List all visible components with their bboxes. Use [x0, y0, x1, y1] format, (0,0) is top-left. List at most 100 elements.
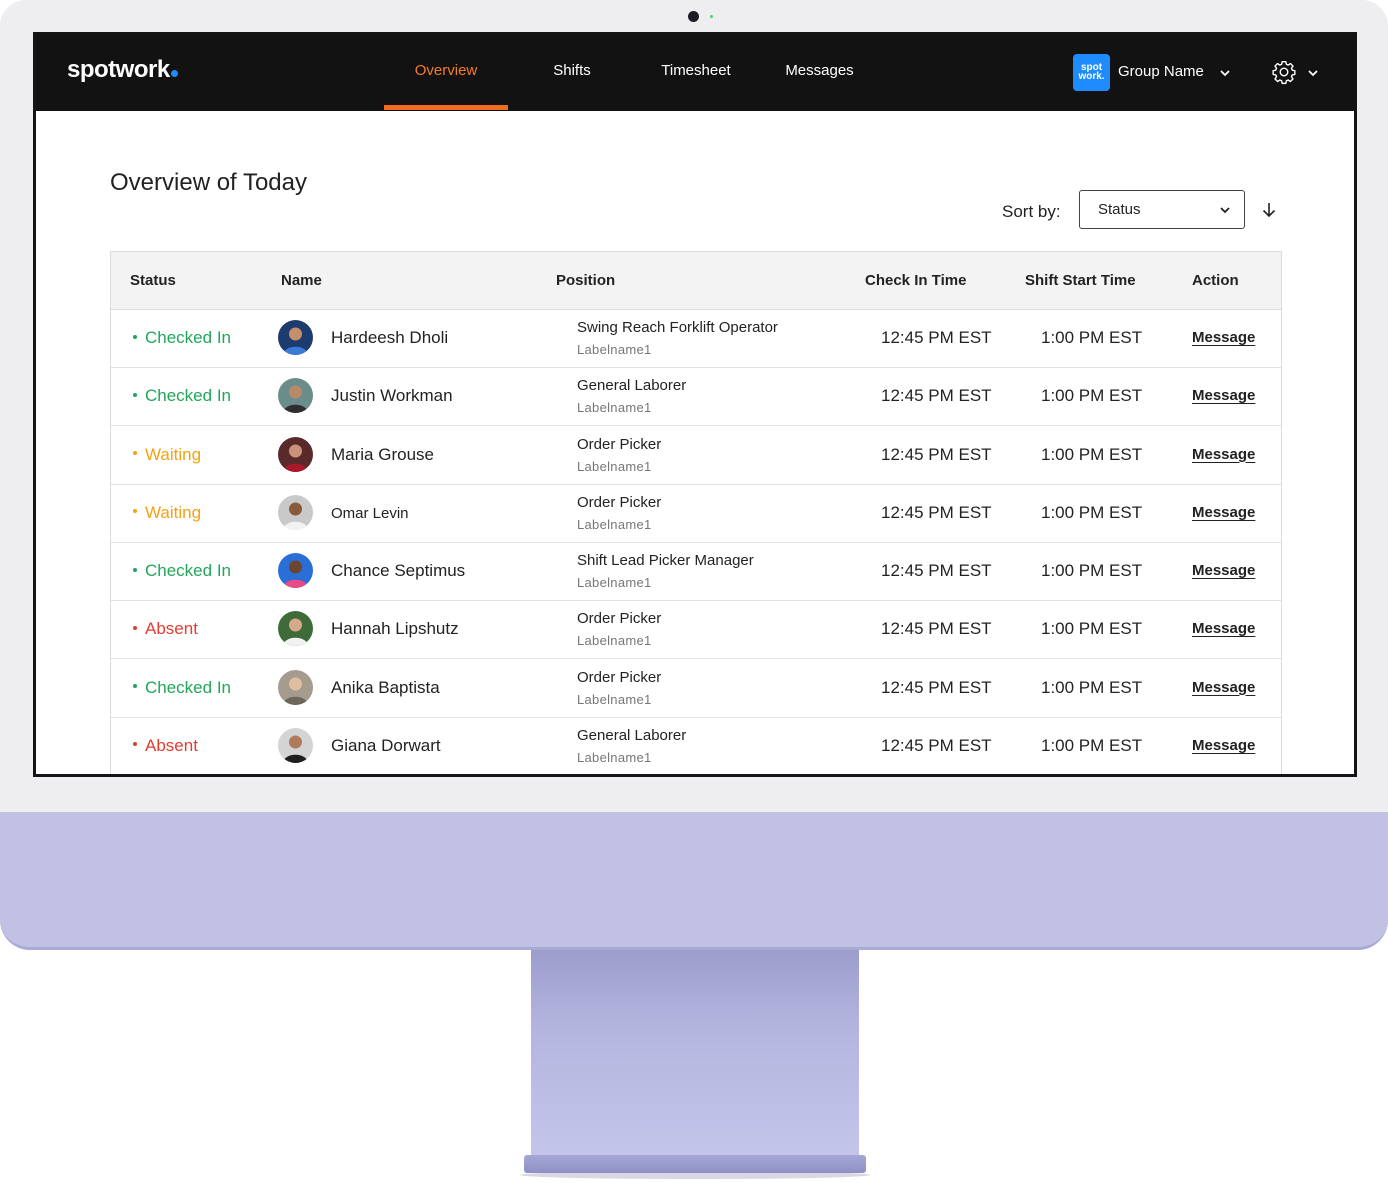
message-link[interactable]: Message [1192, 329, 1255, 346]
avatar [278, 320, 313, 355]
message-link[interactable]: Message [1192, 446, 1255, 463]
worker-name[interactable]: Omar Levin [331, 505, 409, 522]
shift-start-time: 1:00 PM EST [1041, 502, 1143, 522]
shift-start-time: 1:00 PM EST [1041, 619, 1143, 639]
worker-name[interactable]: Hannah Lipshutz [331, 619, 459, 639]
message-link[interactable]: Message [1192, 737, 1255, 754]
status-text: Checked In [145, 386, 231, 406]
status-dot-icon [133, 509, 137, 514]
worker-name[interactable]: Hardeesh Dholi [331, 328, 448, 348]
shift-start-time: 1:00 PM EST [1041, 561, 1143, 580]
check-in-time: 12:45 PM EST [881, 444, 992, 464]
table-header-row: Status Name Position Check In Time Shift… [111, 252, 1281, 310]
camera-indicator-light [710, 15, 713, 18]
status-dot-icon [133, 625, 137, 630]
table-row[interactable]: Checked In Justin Workman General Labore… [111, 367, 1281, 427]
column-header-check-in-time[interactable]: Check In Time [865, 272, 966, 289]
table-row[interactable]: Waiting Maria Grouse Order Picker Labeln… [111, 426, 1281, 485]
status-indicator: Checked In [133, 386, 231, 406]
status-text: Waiting [145, 444, 202, 464]
status-dot-icon [133, 742, 137, 747]
check-in-time: 12:45 PM EST [881, 677, 992, 697]
avatar [278, 378, 313, 414]
camera-icon [688, 11, 699, 22]
worker-name[interactable]: Justin Workman [331, 386, 453, 406]
status-dot-icon [133, 392, 137, 397]
shift-start-time: 1:00 PM EST [1041, 677, 1143, 697]
status-text: Checked In [145, 561, 231, 580]
group-logo-badge[interactable]: spot work. [1073, 54, 1110, 91]
nav-tab-overview[interactable]: Overview [384, 62, 508, 79]
arrow-down-icon[interactable] [1259, 200, 1279, 220]
nav-tab-shifts[interactable]: Shifts [528, 62, 616, 79]
worker-name[interactable]: Maria Grouse [331, 445, 434, 465]
table-row[interactable]: Checked In Anika Baptista Order Picker L… [111, 659, 1281, 718]
monitor-stand-foot [524, 1155, 866, 1173]
nav-tab-messages[interactable]: Messages [771, 62, 868, 79]
message-link[interactable]: Message [1192, 387, 1255, 404]
avatar [278, 727, 313, 763]
sort-select-dropdown[interactable]: Status [1079, 190, 1245, 229]
monitor-stand [531, 950, 859, 1158]
status-dot-icon [133, 451, 137, 456]
status-indicator: Checked In [133, 561, 231, 581]
table-row[interactable]: Absent Giana Dorwart General Laborer Lab… [111, 717, 1281, 774]
chevron-down-icon[interactable] [1219, 67, 1231, 79]
message-link[interactable]: Message [1192, 504, 1255, 521]
avatar [278, 494, 313, 530]
check-in-time: 12:45 PM EST [881, 386, 992, 406]
sort-by-label: Sort by: [1002, 202, 1061, 221]
chevron-down-icon [1220, 207, 1230, 214]
group-name-label[interactable]: Group Name [1118, 63, 1204, 80]
position-label: Labelname1 [577, 749, 652, 765]
column-header-shift-start-time[interactable]: Shift Start Time [1025, 272, 1136, 289]
nav-tab-timesheet[interactable]: Timesheet [641, 62, 751, 79]
position-title: Order Picker [577, 668, 662, 686]
spotwork-logo[interactable]: spotwork [67, 56, 178, 84]
status-text: Absent [145, 619, 198, 639]
position-title: Shift Lead Picker Manager [577, 552, 754, 569]
column-header-position[interactable]: Position [556, 272, 615, 289]
table-row[interactable]: Absent Hannah Lipshutz Order Picker Labe… [111, 600, 1281, 660]
active-tab-indicator [384, 105, 508, 110]
column-header-status[interactable]: Status [130, 272, 176, 289]
gear-icon[interactable] [1271, 59, 1297, 85]
status-text: Checked In [145, 328, 231, 347]
position-title: Order Picker [577, 435, 662, 453]
status-indicator: Absent [133, 619, 198, 639]
check-in-time: 12:45 PM EST [881, 735, 992, 755]
check-in-time: 12:45 PM EST [881, 619, 992, 639]
sort-select-value: Status [1098, 201, 1141, 218]
status-text: Absent [145, 735, 198, 755]
status-dot-icon [133, 334, 137, 339]
position-label: Labelname1 [577, 691, 652, 707]
overview-table: Status Name Position Check In Time Shift… [110, 251, 1282, 774]
message-link[interactable]: Message [1192, 562, 1255, 579]
settings-chevron-down-icon[interactable] [1307, 67, 1319, 79]
shift-start-time: 1:00 PM EST [1041, 735, 1143, 755]
monitor-chin [0, 812, 1388, 950]
position-title: General Laborer [577, 726, 687, 744]
shift-start-time: 1:00 PM EST [1041, 444, 1143, 464]
avatar [278, 669, 313, 705]
worker-name[interactable]: Chance Septimus [331, 561, 465, 581]
status-dot-icon [133, 567, 137, 572]
position-label: Labelname1 [577, 633, 652, 649]
check-in-time: 12:45 PM EST [881, 502, 992, 522]
table-row[interactable]: Checked In Chance Septimus Shift Lead Pi… [111, 542, 1281, 601]
worker-name[interactable]: Giana Dorwart [331, 736, 441, 756]
column-header-name[interactable]: Name [281, 272, 322, 289]
table-row[interactable]: Checked In Hardeesh Dholi Swing Reach Fo… [111, 309, 1281, 368]
message-link[interactable]: Message [1192, 679, 1255, 696]
message-link[interactable]: Message [1192, 620, 1255, 637]
status-indicator: Checked In [133, 328, 231, 348]
shift-start-time: 1:00 PM EST [1041, 328, 1143, 347]
position-label: Labelname1 [577, 575, 652, 590]
position-label: Labelname1 [577, 458, 652, 474]
status-text: Checked In [145, 677, 231, 697]
check-in-time: 12:45 PM EST [881, 328, 992, 347]
avatar [278, 553, 313, 588]
status-indicator: Waiting [133, 503, 201, 523]
table-row[interactable]: Waiting Omar Levin Order Picker Labelnam… [111, 484, 1281, 543]
worker-name[interactable]: Anika Baptista [331, 678, 440, 698]
